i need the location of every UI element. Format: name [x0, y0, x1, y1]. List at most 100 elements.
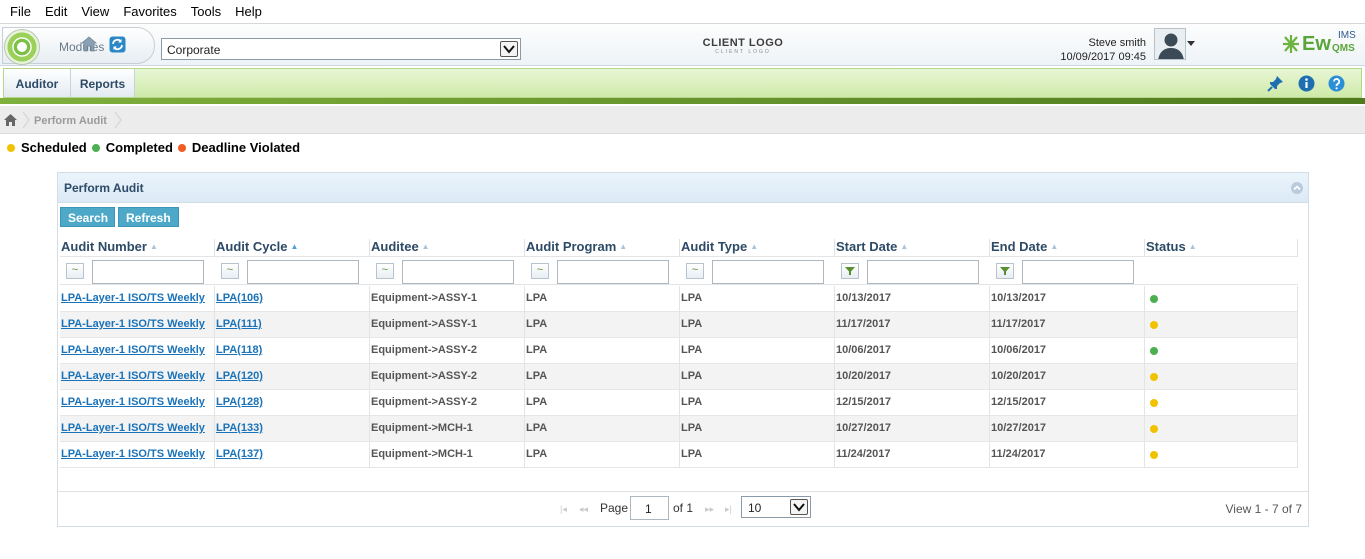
audit-number-filter-input[interactable]: [92, 260, 204, 284]
audit-cycle-cell[interactable]: LPA(120): [215, 364, 370, 390]
table-row[interactable]: LPA-Layer-1 ISO/TS Weekly LPA(118) Equipme…: [60, 338, 1298, 364]
audit-program-cell: LPA: [525, 338, 680, 364]
filter-icon[interactable]: [841, 263, 859, 279]
column-header-label: End Date: [991, 239, 1048, 254]
status-cell: [1145, 338, 1298, 364]
column-header-status[interactable]: Status ▲: [1145, 239, 1298, 257]
chevron-down-icon[interactable]: [500, 41, 518, 57]
table-row[interactable]: LPA-Layer-1 ISO/TS Weekly LPA(133) Equipme…: [60, 416, 1298, 442]
pin-icon[interactable]: [1267, 75, 1284, 92]
home-icon[interactable]: [80, 35, 98, 53]
tab-reports[interactable]: Reports: [71, 69, 135, 97]
next-page-icon[interactable]: ▸▸: [705, 504, 714, 515]
sort-icon[interactable]: ▲: [619, 242, 627, 251]
audit-number-cell[interactable]: LPA-Layer-1 ISO/TS Weekly: [60, 338, 215, 364]
prev-page-icon[interactable]: ◂◂: [579, 504, 588, 515]
end-date-filter-input[interactable]: [1022, 260, 1134, 284]
audit-type-cell: LPA: [680, 312, 835, 338]
column-header-audit-number[interactable]: Audit Number ▲: [60, 239, 215, 257]
audit-number-cell[interactable]: LPA-Layer-1 ISO/TS Weekly: [60, 390, 215, 416]
user-menu-caret-icon[interactable]: [1187, 41, 1195, 46]
last-page-icon[interactable]: ▸|: [725, 504, 732, 515]
page-size-value: 10: [748, 501, 762, 515]
auditee-filter-input[interactable]: [402, 260, 514, 284]
end-date-cell: 10/06/2017: [990, 338, 1145, 364]
audit-program-filter-input[interactable]: [557, 260, 669, 284]
column-header-end-date[interactable]: End Date ▲: [990, 239, 1145, 257]
main-nav: Auditor Reports: [3, 68, 1362, 98]
organization-select[interactable]: Corporate: [161, 38, 521, 60]
menu-help[interactable]: Help: [229, 4, 268, 19]
menu-file[interactable]: File: [4, 4, 37, 19]
audit-cycle-cell[interactable]: LPA(118): [215, 338, 370, 364]
sort-icon[interactable]: ▲: [900, 242, 908, 251]
filter-operator-button[interactable]: ~: [686, 263, 704, 279]
column-header-start-date[interactable]: Start Date ▲: [835, 239, 990, 257]
column-header-audit-cycle[interactable]: Audit Cycle ▲: [215, 239, 370, 257]
sort-icon[interactable]: ▲: [1050, 242, 1058, 251]
audit-number-cell[interactable]: LPA-Layer-1 ISO/TS Weekly: [60, 312, 215, 338]
table-row[interactable]: LPA-Layer-1 ISO/TS Weekly LPA(111) Equipme…: [60, 312, 1298, 338]
auditee-cell: Equipment->ASSY-2: [370, 364, 525, 390]
table-row[interactable]: LPA-Layer-1 ISO/TS Weekly LPA(120) Equipme…: [60, 364, 1298, 390]
legend-completed: Completed: [91, 140, 173, 155]
audit-number-cell[interactable]: LPA-Layer-1 ISO/TS Weekly: [60, 364, 215, 390]
audit-type-filter-input[interactable]: [712, 260, 824, 284]
column-header-label: Audit Program: [526, 239, 617, 254]
status-dot-icon: [1150, 425, 1158, 433]
table-row[interactable]: LPA-Layer-1 ISO/TS Weekly LPA(137) Equipme…: [60, 442, 1298, 468]
refresh-icon[interactable]: [109, 36, 126, 53]
first-page-icon[interactable]: |◂: [560, 504, 567, 515]
audit-program-cell: LPA: [525, 364, 680, 390]
app-logo-icon[interactable]: [4, 29, 40, 65]
menu-favorites[interactable]: Favorites: [117, 4, 182, 19]
start-date-filter-input[interactable]: [867, 260, 979, 284]
audit-cycle-filter-input[interactable]: [247, 260, 359, 284]
page-size-select[interactable]: 10: [741, 496, 811, 518]
column-header-audit-type[interactable]: Audit Type ▲: [680, 239, 835, 257]
filter-operator-button[interactable]: ~: [531, 263, 549, 279]
sort-icon[interactable]: ▲: [422, 242, 430, 251]
sort-icon[interactable]: ▲: [150, 242, 158, 251]
audit-number-cell[interactable]: LPA-Layer-1 ISO/TS Weekly: [60, 416, 215, 442]
collapse-icon[interactable]: [1291, 182, 1303, 194]
menu-edit[interactable]: Edit: [39, 4, 73, 19]
info-icon[interactable]: [1298, 75, 1315, 92]
refresh-button[interactable]: Refresh: [118, 207, 179, 227]
filter-icon[interactable]: [996, 263, 1014, 279]
column-header-auditee[interactable]: Auditee ▲: [370, 239, 525, 257]
column-header-label: Audit Cycle: [216, 239, 288, 254]
sort-icon[interactable]: ▲: [291, 242, 299, 251]
avatar[interactable]: [1154, 28, 1186, 60]
chevron-down-icon[interactable]: [790, 499, 808, 515]
sort-icon[interactable]: ▲: [1189, 242, 1197, 251]
column-header-audit-program[interactable]: Audit Program ▲: [525, 239, 680, 257]
legend-scheduled: Scheduled: [7, 140, 87, 155]
tab-auditor[interactable]: Auditor: [4, 69, 71, 97]
filter-operator-button[interactable]: ~: [376, 263, 394, 279]
search-button[interactable]: Search: [60, 207, 115, 227]
menu-view[interactable]: View: [75, 4, 115, 19]
audit-number-cell[interactable]: LPA-Layer-1 ISO/TS Weekly: [60, 442, 215, 468]
audit-cycle-cell[interactable]: LPA(133): [215, 416, 370, 442]
help-icon[interactable]: [1328, 75, 1345, 92]
audit-cycle-cell[interactable]: LPA(111): [215, 312, 370, 338]
sort-icon[interactable]: ▲: [750, 242, 758, 251]
table-row[interactable]: LPA-Layer-1 ISO/TS Weekly LPA(106) Equipme…: [60, 286, 1298, 312]
menu-tools[interactable]: Tools: [185, 4, 227, 19]
breadcrumb-home-icon[interactable]: [4, 114, 17, 126]
client-logo: CLIENT LOGO CLIENT LOGO: [700, 37, 786, 61]
audit-cycle-cell[interactable]: LPA(106): [215, 286, 370, 312]
filter-operator-button[interactable]: ~: [221, 263, 239, 279]
audit-cycle-cell[interactable]: LPA(128): [215, 390, 370, 416]
page-count: of 1: [673, 501, 694, 515]
user-name: Steve smith: [1088, 37, 1146, 49]
column-header-label: Auditee: [371, 239, 419, 254]
start-date-cell: 11/24/2017: [835, 442, 990, 468]
table-row[interactable]: LPA-Layer-1 ISO/TS Weekly LPA(128) Equipme…: [60, 390, 1298, 416]
page-number-input[interactable]: 1: [630, 496, 669, 520]
audit-cycle-cell[interactable]: LPA(137): [215, 442, 370, 468]
end-date-cell: 11/17/2017: [990, 312, 1145, 338]
audit-number-cell[interactable]: LPA-Layer-1 ISO/TS Weekly: [60, 286, 215, 312]
filter-operator-button[interactable]: ~: [66, 263, 84, 279]
